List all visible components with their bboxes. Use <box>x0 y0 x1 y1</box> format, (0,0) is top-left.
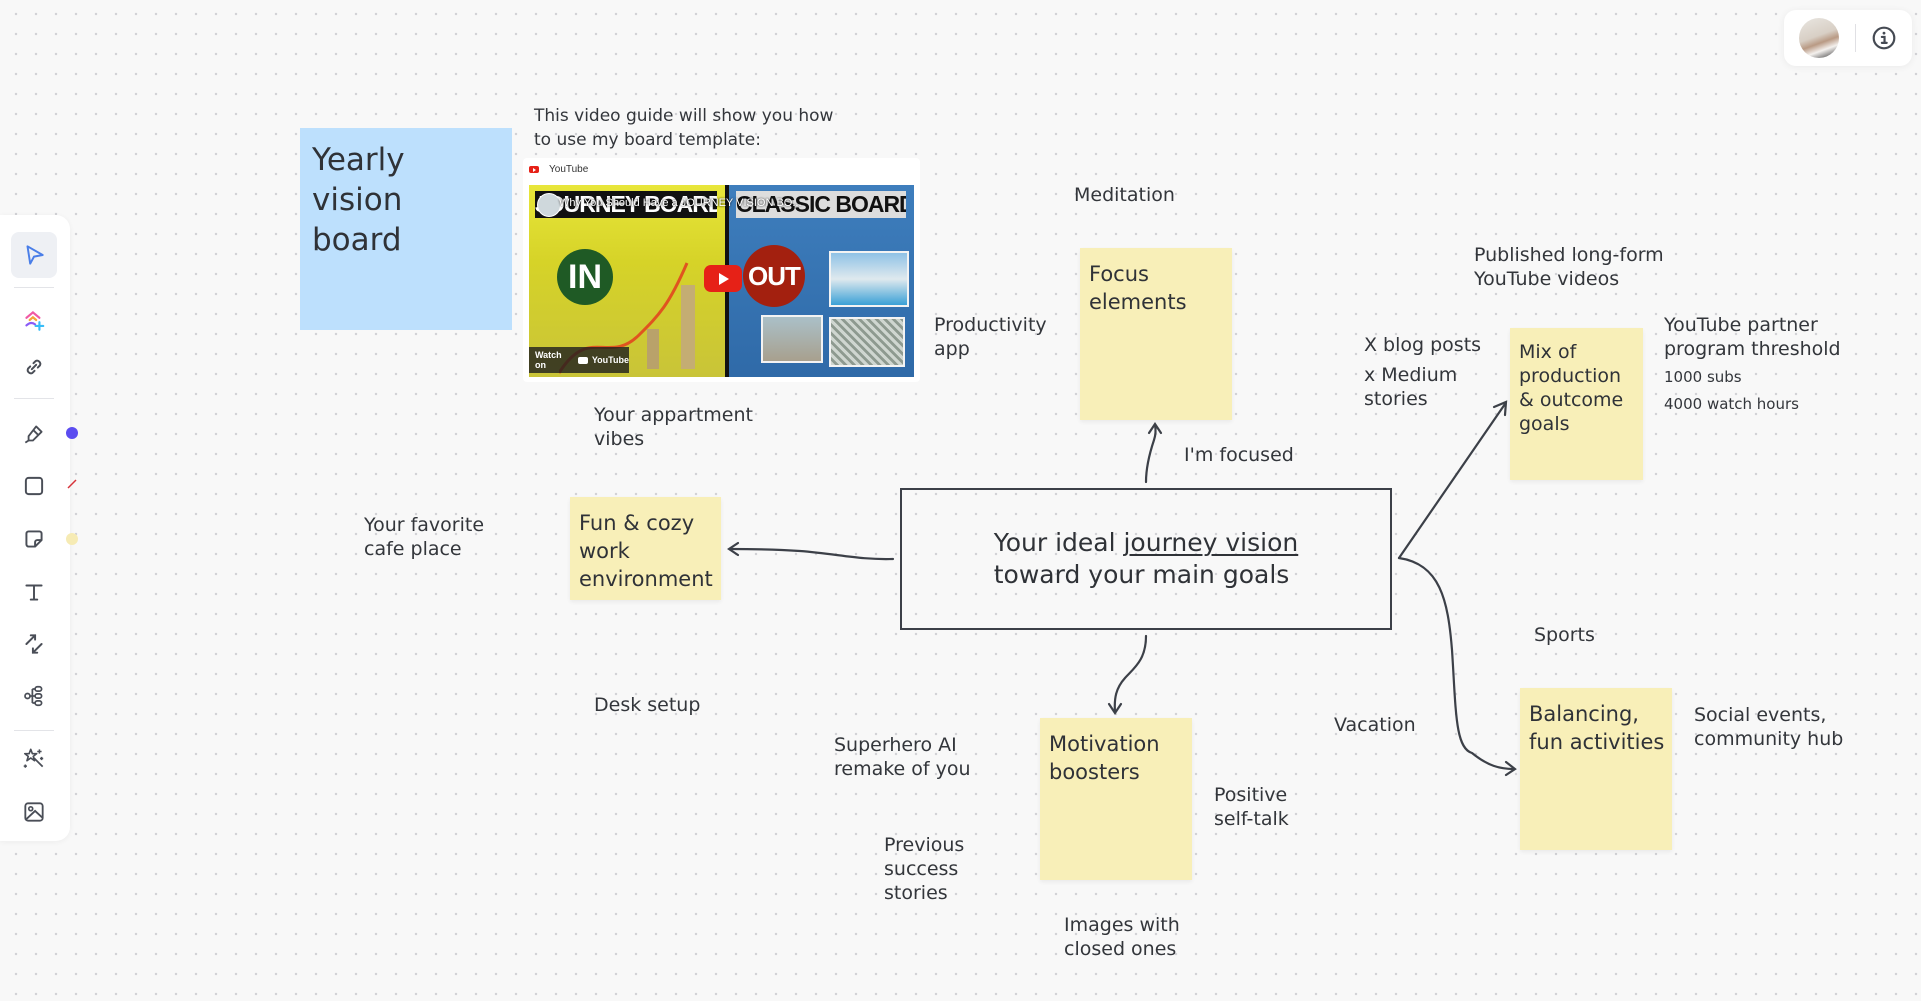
watch-on-label: Watch on <box>535 350 562 370</box>
sticky-note-balancing[interactable]: Balancing, fun activities <box>1520 688 1672 850</box>
arrow-to-mix <box>1397 402 1507 560</box>
label-superhero[interactable]: Superhero AI remake of you <box>834 733 984 781</box>
thumb-out-circle: OUT <box>743 245 805 307</box>
image-tool-button[interactable] <box>11 789 57 835</box>
sticky-note-tool-button[interactable] <box>11 516 57 562</box>
youtube-mini-icon <box>578 356 588 364</box>
shape-color-swatch[interactable] <box>66 475 78 489</box>
toolbar-divider <box>14 730 54 731</box>
arrow-to-motivation <box>1113 634 1148 714</box>
label-social[interactable]: Social events, community hub <box>1694 703 1854 751</box>
sticky-note-fun[interactable]: Fun & cozy work environment <box>570 497 721 600</box>
label-cafe[interactable]: Your favorite cafe place <box>364 513 494 561</box>
label-published[interactable]: Published long-form YouTube videos <box>1474 243 1674 291</box>
connector-tool-button[interactable] <box>11 621 57 667</box>
label-previous[interactable]: Previous success stories <box>884 833 974 905</box>
label-vacation[interactable]: Vacation <box>1334 713 1416 737</box>
label-apartment[interactable]: Your appartment vibes <box>594 403 764 451</box>
thumb-photo-pool <box>829 251 909 307</box>
link-tool-button[interactable] <box>11 344 57 390</box>
label-focused[interactable]: I'm focused <box>1184 443 1294 467</box>
video-title: Why You Should Have a JOURNEY VISION BO.… <box>559 197 802 209</box>
arrow-to-mix-head <box>1492 400 1508 417</box>
ai-plus-icon <box>25 311 45 331</box>
arrow-to-fun-head <box>727 541 740 557</box>
ai-templates-button[interactable] <box>11 297 57 343</box>
note-text: Yearly vision board <box>312 142 405 258</box>
video-provider-header: YouTube <box>529 164 588 175</box>
arrow-to-motivation-head <box>1107 702 1123 715</box>
label-blog[interactable]: X blog posts <box>1364 333 1481 357</box>
text-tool-button[interactable] <box>11 569 57 615</box>
central-goal-text: Your ideal journey vision toward your ma… <box>994 527 1298 591</box>
ai-magic-button[interactable] <box>11 735 57 781</box>
note-text: Fun & cozy work environment <box>579 511 713 591</box>
central-line2: toward your main goals <box>993 560 1290 589</box>
label-images[interactable]: Images with closed ones <box>1064 913 1184 961</box>
avatar[interactable] <box>1799 18 1839 58</box>
top-right-panel <box>1784 10 1912 66</box>
video-caption: This video guide will show you how to us… <box>534 106 834 150</box>
pen-color-swatch[interactable] <box>66 427 78 439</box>
label-productivity[interactable]: Productivity app <box>934 313 1054 361</box>
note-text: Focus elements <box>1089 262 1187 314</box>
label-subs[interactable]: 1000 subs <box>1664 364 1742 391</box>
select-tool-button[interactable] <box>11 232 57 278</box>
channel-avatar <box>537 193 561 217</box>
info-button[interactable] <box>1868 22 1900 54</box>
marker-icon <box>24 425 43 444</box>
central-goal-box[interactable]: Your ideal journey vision toward your ma… <box>900 488 1392 630</box>
central-underlined-text: journey vision <box>1123 528 1299 557</box>
label-meditation[interactable]: Meditation <box>1074 183 1175 207</box>
video-embed[interactable]: YouTube JOURNEY BOARD CLASSIC BOARD Why … <box>523 158 920 382</box>
label-desk[interactable]: Desk setup <box>594 693 700 717</box>
image-icon <box>24 802 44 822</box>
arrow-to-balancing <box>1397 556 1516 771</box>
info-icon <box>1872 26 1896 50</box>
label-partner[interactable]: YouTube partner program threshold <box>1664 313 1854 361</box>
play-button[interactable] <box>704 265 742 292</box>
thumb-photo-money <box>829 317 905 367</box>
arrow-to-focus-head <box>1147 422 1163 435</box>
shape-tool-button[interactable] <box>11 463 57 509</box>
pen-tool-button[interactable] <box>11 411 57 457</box>
sticky-note-focus[interactable]: Focus elements <box>1080 248 1232 420</box>
video-provider-label: YouTube <box>549 164 589 175</box>
central-line1-prefix: Your ideal <box>993 528 1124 557</box>
mind-map-tool-button[interactable] <box>11 673 57 719</box>
sticky-note-icon <box>25 530 43 548</box>
text-icon <box>25 584 43 601</box>
square-icon <box>24 476 44 496</box>
sticky-note-yearly-vision-board[interactable]: Yearly vision board <box>300 128 512 330</box>
sticky-note-mix[interactable]: Mix of production & outcome goals <box>1510 328 1643 480</box>
link-icon <box>26 359 42 375</box>
watch-on-youtube-button[interactable]: Watch on YouTube <box>529 347 629 373</box>
video-thumbnail[interactable]: JOURNEY BOARD CLASSIC BOARD Why You Shou… <box>529 185 914 377</box>
youtube-logo-icon <box>529 166 539 173</box>
toolbar-divider <box>14 287 54 288</box>
line-swatch-icon <box>67 479 77 489</box>
label-sports[interactable]: Sports <box>1534 623 1595 647</box>
pointer-icon <box>26 245 44 265</box>
arrow-to-balancing-head <box>1504 760 1517 777</box>
sticky-color-swatch[interactable] <box>66 533 78 545</box>
connector-arrows-icon <box>25 634 43 654</box>
label-medium[interactable]: x Medium stories <box>1364 363 1474 411</box>
left-toolbar <box>0 215 78 841</box>
label-watch-hours[interactable]: 4000 watch hours <box>1664 391 1799 418</box>
arrow-to-focus <box>1144 423 1157 484</box>
arrow-to-fun <box>728 547 895 561</box>
sticky-note-motivation[interactable]: Motivation boosters <box>1040 718 1192 880</box>
toolbar-divider <box>14 398 54 399</box>
watch-brand-label: YouTube <box>591 355 629 365</box>
note-text: Motivation boosters <box>1049 732 1160 784</box>
mind-map-icon <box>24 685 43 707</box>
label-positive[interactable]: Positive self-talk <box>1214 783 1304 831</box>
note-text: Balancing, fun activities <box>1529 702 1665 754</box>
magic-wand-icon <box>23 748 44 768</box>
note-text: Mix of production & outcome goals <box>1519 341 1624 435</box>
panel-divider <box>1855 24 1856 52</box>
thumb-photo-car <box>761 315 823 363</box>
